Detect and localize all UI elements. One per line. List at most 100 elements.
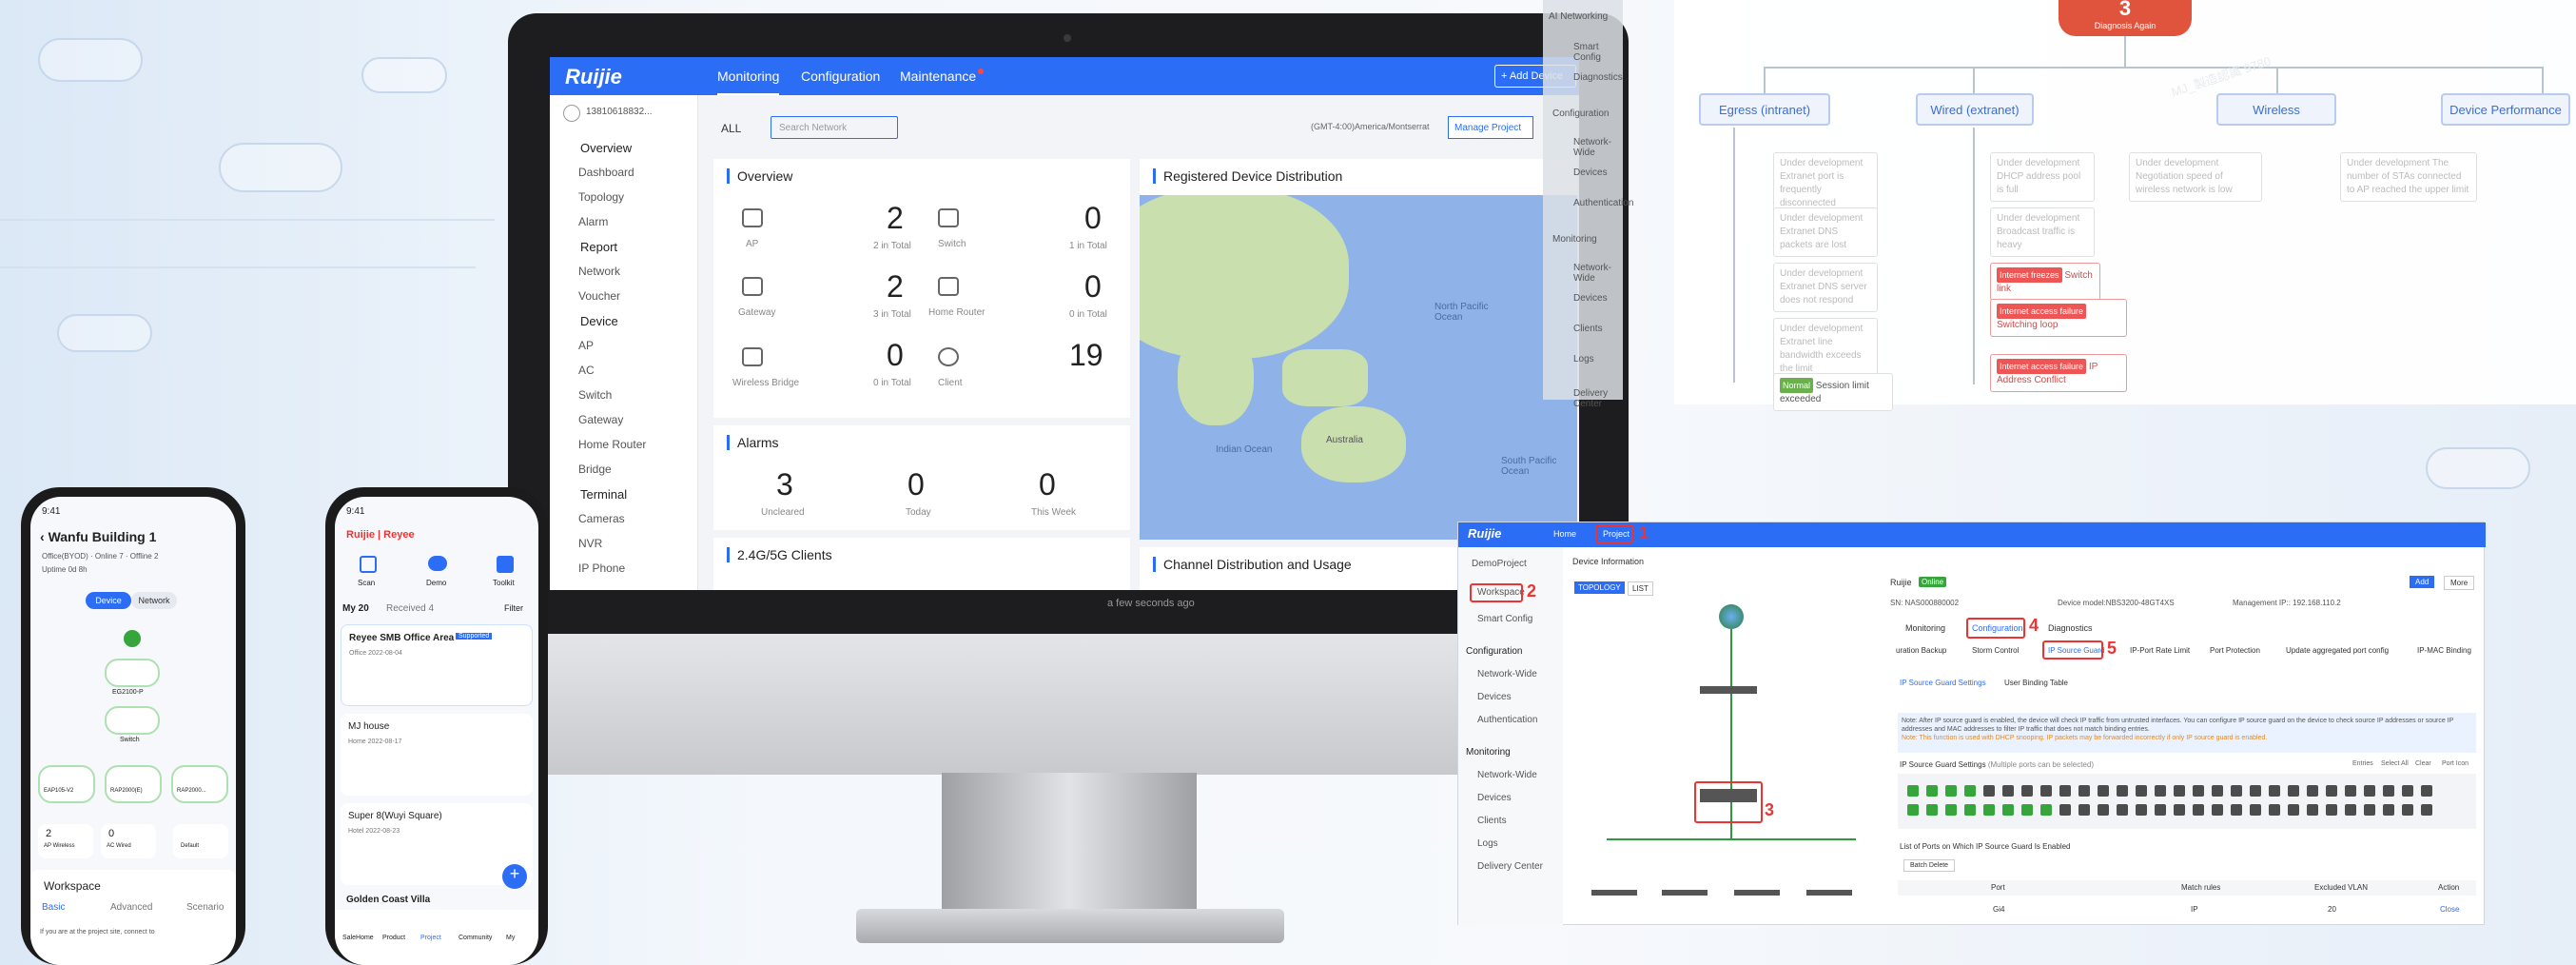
switch-port[interactable]	[1983, 804, 1995, 816]
switch-port[interactable]	[2059, 785, 2071, 797]
switch-port[interactable]	[2117, 804, 2128, 816]
sidebar-device[interactable]: Device	[580, 314, 618, 328]
switch-port[interactable]	[2155, 785, 2166, 797]
shot-side-item[interactable]: Network-Wide	[1477, 770, 1537, 780]
switch-port[interactable]	[2307, 785, 2318, 797]
switch-port[interactable]	[2155, 804, 2166, 816]
overlay-item[interactable]: Delivery Center	[1573, 388, 1623, 409]
switch-port[interactable]	[1907, 785, 1919, 797]
sidebar-item[interactable]: AP	[578, 339, 594, 352]
overlay-item[interactable]: Authentication	[1573, 198, 1633, 208]
shot-side-item[interactable]: Delivery Center	[1477, 861, 1543, 872]
nav-salehome[interactable]: SaleHome	[342, 935, 374, 941]
project-card-title[interactable]: Golden Coast Villa	[346, 895, 430, 905]
ap-node[interactable]	[38, 765, 95, 803]
subtab[interactable]: IP-MAC Binding	[2417, 646, 2471, 655]
switch-port[interactable]	[2326, 785, 2337, 797]
shot-side-item[interactable]: Logs	[1477, 838, 1498, 849]
switch-port[interactable]	[2193, 785, 2204, 797]
switch-port[interactable]	[2402, 804, 2413, 816]
switch-port[interactable]	[2231, 804, 2242, 816]
subtab[interactable]: Storm Control	[1972, 646, 2019, 655]
add-button[interactable]: Add	[2410, 576, 2435, 588]
switch-port[interactable]	[2193, 804, 2204, 816]
sidebar-item[interactable]: Bridge	[578, 463, 612, 476]
switch-port[interactable]	[2364, 804, 2375, 816]
category-wireless[interactable]: Wireless	[2216, 93, 2336, 126]
switch-port[interactable]	[1926, 785, 1938, 797]
subtab[interactable]: IP-Port Rate Limit	[2130, 646, 2190, 655]
switch-port[interactable]	[2345, 785, 2356, 797]
shot-side-item[interactable]: Network-Wide	[1477, 669, 1537, 679]
shot-side-item[interactable]: Smart Config	[1477, 614, 1532, 624]
shot-nav-home[interactable]: Home	[1553, 529, 1576, 539]
switch-port[interactable]	[1945, 785, 1957, 797]
switch-port[interactable]	[2098, 785, 2109, 797]
manage-project-button[interactable]: Manage Project	[1448, 116, 1533, 139]
tab-scenario[interactable]: Scenario	[186, 902, 224, 913]
project-card[interactable]: Reyee SMB Office Area Supported Office 2…	[341, 624, 533, 706]
sidebar-item[interactable]: Home Router	[578, 438, 646, 451]
subtab[interactable]: Update aggregated port config	[2286, 646, 2389, 655]
switch-port[interactable]	[1945, 804, 1957, 816]
switch-port[interactable]	[2421, 804, 2432, 816]
switch-port[interactable]	[2269, 785, 2280, 797]
alarm-today-count[interactable]: 0	[907, 467, 925, 502]
shot-side-item[interactable]: Clients	[1477, 816, 1507, 826]
switch-port[interactable]	[2288, 785, 2299, 797]
switch-port[interactable]	[2326, 804, 2337, 816]
ap-device-icon[interactable]	[1806, 890, 1852, 896]
switch-port[interactable]	[2174, 785, 2185, 797]
category-wired[interactable]: Wired (extranet)	[1916, 93, 2034, 126]
switch-port[interactable]	[2307, 804, 2318, 816]
gateway-device-icon[interactable]	[1700, 686, 1757, 694]
demo-icon[interactable]	[428, 556, 447, 571]
stat-card[interactable]: 0 AC Wired	[101, 824, 156, 858]
nav-community[interactable]: Community	[459, 935, 492, 941]
batch-delete-button[interactable]: Batch Delete	[1903, 859, 1956, 872]
sidebar-item[interactable]: Alarm	[578, 215, 608, 228]
switch-port[interactable]	[2098, 804, 2109, 816]
switch-port[interactable]	[2250, 804, 2261, 816]
switch-port[interactable]	[2402, 785, 2413, 797]
switch-port[interactable]	[2136, 804, 2147, 816]
shot-side-item[interactable]: Authentication	[1477, 715, 1537, 725]
inner-tab[interactable]: IP Source Guard Settings	[1900, 679, 1986, 687]
tab-received[interactable]: Received 4	[386, 603, 434, 614]
inner-tab[interactable]: User Binding Table	[2004, 679, 2068, 687]
ap-node[interactable]	[105, 765, 162, 803]
user-account[interactable]: 13810618832...	[586, 107, 653, 117]
nav-monitoring[interactable]: Monitoring	[717, 69, 780, 95]
overlay-item[interactable]: AI Networking	[1549, 11, 1608, 22]
switch-port[interactable]	[1964, 804, 1976, 816]
switch-port[interactable]	[1907, 804, 1919, 816]
stat-card[interactable]: 2 AP Wireless	[38, 824, 93, 858]
switch-port[interactable]	[2117, 785, 2128, 797]
switch-port[interactable]	[2383, 804, 2394, 816]
sidebar-item[interactable]: AC	[578, 364, 595, 377]
wired-alert[interactable]: Internet access failure IP Address Confl…	[1990, 354, 2127, 392]
switch-port[interactable]	[2383, 785, 2394, 797]
world-map[interactable]: Registered Device Distribution North Pac…	[1140, 159, 1577, 540]
switch-port[interactable]	[2021, 785, 2033, 797]
switch-port[interactable]	[2269, 804, 2280, 816]
overlay-item[interactable]: Clients	[1573, 324, 1603, 334]
switch-port[interactable]	[2002, 804, 2014, 816]
scan-icon[interactable]	[360, 556, 377, 573]
switch-port[interactable]	[2078, 785, 2090, 797]
shot-side-item[interactable]: Devices	[1477, 793, 1512, 803]
overlay-item[interactable]: Logs	[1573, 354, 1594, 364]
tab-diagnostics[interactable]: Diagnostics	[2048, 623, 2093, 633]
nav-my[interactable]: My	[506, 935, 515, 941]
category-device-performance[interactable]: Device Performance	[2441, 93, 2570, 126]
sidebar-item[interactable]: NVR	[578, 537, 602, 550]
clear-button[interactable]: Clear	[2415, 760, 2431, 767]
overlay-item[interactable]: Diagnostics	[1573, 72, 1623, 83]
switch-port[interactable]	[1983, 785, 1995, 797]
ap-device-icon[interactable]	[1662, 890, 1708, 896]
tab-my[interactable]: My 20	[342, 603, 369, 614]
switch-port[interactable]	[2040, 804, 2052, 816]
subtab[interactable]: uration Backup	[1896, 646, 1946, 655]
alarm-uncleared-count[interactable]: 3	[776, 467, 793, 502]
tab-advanced[interactable]: Advanced	[110, 902, 152, 913]
